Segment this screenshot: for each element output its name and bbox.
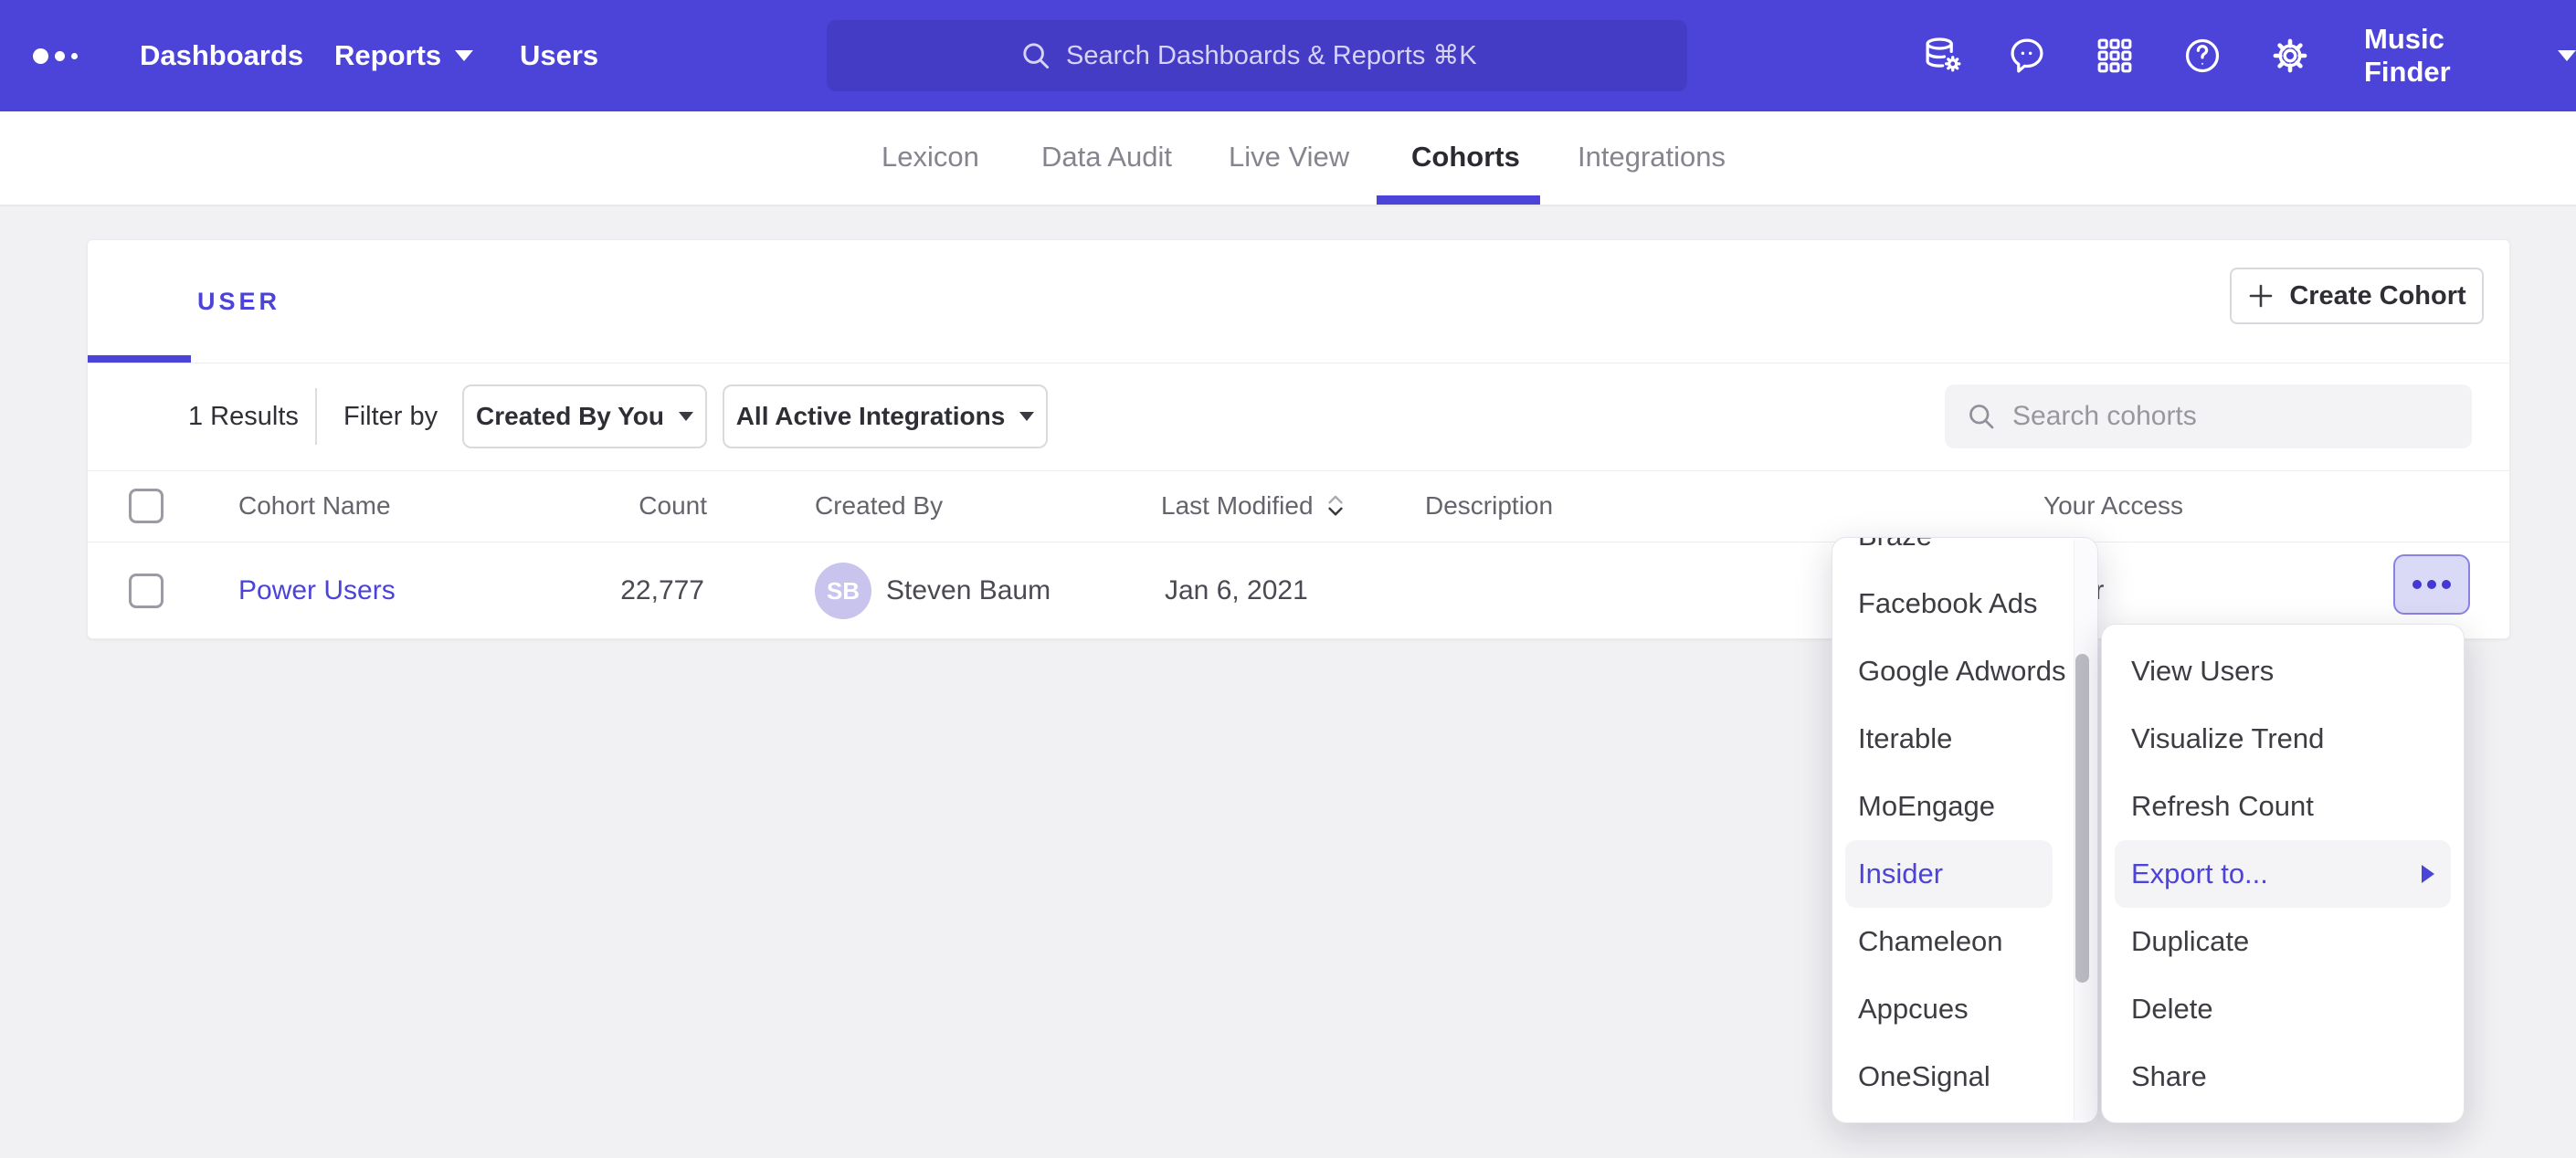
column-header-count[interactable]: Count [471,470,707,542]
menu-item-facebook-ads[interactable]: Facebook Ads [1832,570,2097,637]
cohorts-panel: USER Create Cohort 1 Results Filter by C… [87,239,2510,639]
tab-cohorts[interactable]: Cohorts [1411,111,1520,203]
menu-item-google-adwords[interactable]: Google Adwords [1832,637,2097,705]
top-nav-bar: Dashboards Reports Users [0,0,2576,111]
nav-users-label: Users [520,39,598,72]
integrations-filter-dropdown[interactable]: All Active Integrations [723,384,1048,448]
tab-label: Cohorts [1411,141,1520,174]
menu-item-appcues[interactable]: Appcues [1832,975,2097,1043]
mixpanel-logo[interactable] [33,0,78,111]
cohort-search-input[interactable] [2012,401,2414,432]
menu-item-delete[interactable]: Delete [2102,975,2464,1043]
cohort-name-link[interactable]: Power Users [238,542,396,640]
menu-item-duplicate[interactable]: Duplicate [2102,908,2464,975]
created-by-filter-label: Created By You [476,402,664,431]
created-by-filter-dropdown[interactable]: Created By You [462,384,707,448]
nav-dashboards-label: Dashboards [140,39,303,72]
integrations-filter-label: All Active Integrations [736,402,1006,431]
menu-item-onesignal[interactable]: OneSignal [1832,1043,2097,1111]
user-tab-underline [88,355,191,363]
chevron-down-icon [679,412,693,421]
row-actions-button[interactable] [2393,554,2470,615]
column-header-description[interactable]: Description [1425,470,1553,542]
column-header-last-modified[interactable]: Last Modified [1161,470,1346,542]
menu-item-export-to[interactable]: Export to... [2115,840,2451,908]
menu-item-braze[interactable]: Braze [1832,537,2097,570]
tab-live-view[interactable]: Live View [1229,111,1349,203]
tab-user-cohorts[interactable]: USER [197,240,280,363]
tab-label: Data Audit [1041,141,1172,174]
sort-icon [1325,493,1346,519]
chevron-down-icon [2558,50,2576,61]
create-cohort-button[interactable]: Create Cohort [2230,268,2484,324]
last-modified-cell: Jan 6, 2021 [1165,542,1308,640]
divider [315,388,317,445]
row-checkbox[interactable] [129,574,164,608]
menu-item-iterable[interactable]: Iterable [1832,705,2097,773]
global-search-bar[interactable] [827,20,1687,91]
results-count: 1 Results [188,363,299,470]
tab-integrations[interactable]: Integrations [1578,111,1726,203]
more-options-icon [2442,580,2451,589]
menu-item-refresh-count[interactable]: Refresh Count [2102,773,2464,840]
search-icon [1019,38,1053,73]
tab-label: Live View [1229,141,1349,174]
menu-item-moengage[interactable]: MoEngage [1832,773,2097,840]
menu-item-view-users[interactable]: View Users [2102,637,2464,705]
create-cohort-label: Create Cohort [2289,281,2465,311]
nav-item-dashboards[interactable]: Dashboards [140,0,303,111]
export-destinations-menu: Braze Facebook Ads Google Adwords Iterab… [1832,537,2098,1123]
active-tab-underline [1377,195,1540,205]
nav-item-users[interactable]: Users [520,0,598,111]
nav-reports-label: Reports [334,39,441,72]
created-by-cell: Steven Baum [886,542,1050,640]
user-tab-label: USER [197,288,280,316]
scrollbar-thumb[interactable] [2075,654,2089,983]
avatar: SB [815,563,871,619]
select-all-checkbox[interactable] [129,489,164,523]
cohort-search-bar[interactable] [1945,384,2472,448]
column-header-cohort-name[interactable]: Cohort Name [238,470,391,542]
nav-item-reports[interactable]: Reports [334,0,473,111]
feedback-icon[interactable] [2006,35,2048,77]
menu-item-insider[interactable]: Insider [1845,840,2053,908]
column-header-your-access[interactable]: Your Access [2043,470,2183,542]
data-management-icon[interactable] [1922,35,1964,77]
search-icon [1965,400,1998,433]
submenu-arrow-icon [2422,865,2434,883]
menu-item-chameleon[interactable]: Chameleon [1832,908,2097,975]
menu-item-visualize-trend[interactable]: Visualize Trend [2102,705,2464,773]
tab-label: Lexicon [882,141,979,174]
settings-icon[interactable] [2269,35,2311,77]
tab-label: Integrations [1578,141,1726,174]
tab-data-audit[interactable]: Data Audit [1041,111,1172,203]
apps-grid-icon[interactable] [2094,35,2136,77]
chevron-down-icon [1019,412,1034,421]
project-switcher[interactable]: Music Finder [2364,0,2576,111]
plus-icon [2247,282,2275,310]
chevron-down-icon [455,50,473,61]
column-header-created-by[interactable]: Created By [815,470,943,542]
help-icon[interactable] [2181,35,2223,77]
menu-item-share[interactable]: Share [2102,1043,2464,1111]
tab-lexicon[interactable]: Lexicon [882,111,979,203]
cohort-count-cell: 22,777 [471,542,704,640]
more-options-icon [2427,580,2436,589]
project-name-label: Music Finder [2364,23,2538,89]
filter-by-label: Filter by [343,363,438,470]
global-search-input[interactable] [1066,41,1495,71]
cohort-actions-menu: View Users Visualize Trend Refresh Count… [2101,624,2465,1123]
more-options-icon [2412,580,2422,589]
section-tabs-bar: Lexicon Data Audit Live View Cohorts Int… [0,111,2576,206]
